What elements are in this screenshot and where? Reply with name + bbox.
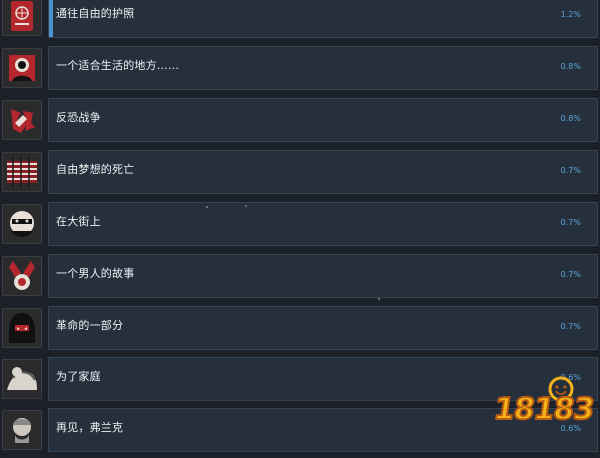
striped-ribbon-icon: [2, 152, 42, 192]
achievement-bar: 一个适合生活的地方…… 0.8%: [48, 46, 598, 90]
portrait-icon: [2, 48, 42, 88]
noise-speck: [378, 298, 380, 300]
progress-indicator: [49, 0, 53, 37]
hooded-figure-icon: [2, 308, 42, 348]
embrace-icon: [2, 359, 42, 399]
achievement-title: 通往自由的护照: [56, 7, 135, 20]
achievement-percent: 0.7%: [560, 166, 581, 175]
achievement-row[interactable]: 通往自由的护照 1.2%: [0, 0, 600, 44]
achievement-percent: 0.8%: [560, 114, 581, 123]
achievement-percent: 0.7%: [560, 322, 581, 331]
achievement-percent: 0.7%: [560, 270, 581, 279]
achievement-row[interactable]: 自由梦想的死亡 0.7%: [0, 150, 600, 200]
achievement-title: 一个适合生活的地方……: [56, 59, 180, 72]
achievement-title: 自由梦想的死亡: [56, 163, 135, 176]
watermark-text: 18183: [491, 391, 597, 428]
achievement-row[interactable]: 一个适合生活的地方…… 0.8%: [0, 46, 600, 96]
achievement-percent: 0.7%: [560, 218, 581, 227]
achievement-percent: 0.8%: [560, 62, 581, 71]
achievement-bar: 自由梦想的死亡 0.7%: [48, 150, 598, 194]
achievement-title: 反恐战争: [56, 111, 101, 124]
old-man-icon: [2, 410, 42, 450]
masked-face-icon: [2, 204, 42, 244]
achievement-row[interactable]: 革命的一部分 0.7%: [0, 306, 600, 356]
achievement-bar: 在大街上 0.7%: [48, 202, 598, 246]
achievement-row[interactable]: 在大街上 0.7%: [0, 202, 600, 252]
achievement-title: 在大街上: [56, 215, 101, 228]
emblem-icon: [2, 100, 42, 140]
medal-ribbon-icon: [2, 256, 42, 296]
achievement-title: 一个男人的故事: [56, 267, 135, 280]
achievement-bar: 通往自由的护照 1.2%: [48, 0, 598, 38]
achievement-row[interactable]: 一个男人的故事 0.7%: [0, 254, 600, 304]
achievement-row[interactable]: 反恐战争 0.8%: [0, 98, 600, 148]
achievement-percent: 1.2%: [560, 10, 581, 19]
achievement-bar: 一个男人的故事 0.7%: [48, 254, 598, 298]
achievement-title: 再见，弗兰克: [56, 421, 124, 434]
achievement-bar: 革命的一部分 0.7%: [48, 306, 598, 350]
passport-icon: [2, 0, 42, 36]
achievement-title: 为了家庭: [56, 370, 101, 383]
watermark-logo: 18183: [488, 376, 597, 434]
noise-speck: [206, 206, 208, 208]
noise-speck: [245, 205, 247, 207]
achievement-bar: 反恐战争 0.8%: [48, 98, 598, 142]
achievement-title: 革命的一部分: [56, 319, 124, 332]
